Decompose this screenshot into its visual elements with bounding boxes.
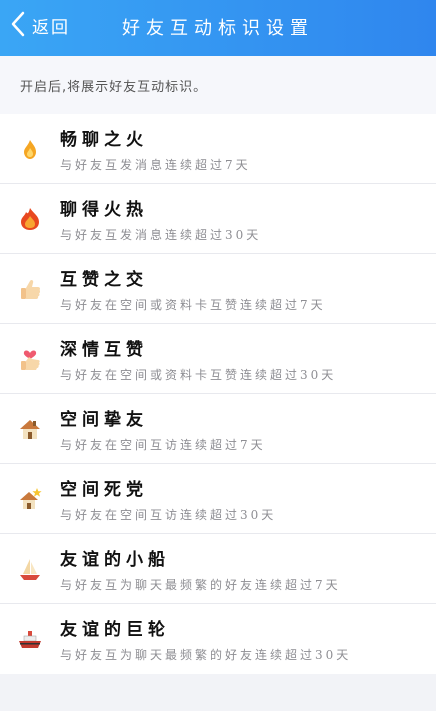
item-title: 互赞之交 (60, 269, 148, 290)
item-description: 与好友在空间或资料卡互赞连续超过30天 (60, 367, 337, 382)
item-description: 与好友互发消息连续超过30天 (60, 227, 262, 242)
small-flame-icon (24, 139, 36, 159)
list-item-space-buddy[interactable]: 空间死党 与好友在空间互访连续超过30天 (0, 464, 436, 534)
item-title: 友谊的小船 (60, 549, 170, 570)
list-item-friendship-ship[interactable]: 友谊的巨轮 与好友互为聊天最频繁的好友连续超过30天 (0, 604, 436, 674)
list-item-chat-fire[interactable]: 畅聊之火 与好友互发消息连续超过7天 (0, 114, 436, 184)
item-description: 与好友互发消息连续超过7天 (60, 157, 251, 172)
list-item-friendship-boat[interactable]: 友谊的小船 与好友互为聊天最频繁的好友连续超过7天 (0, 534, 436, 604)
bottom-spacer (0, 674, 436, 697)
sailboat-icon (20, 558, 40, 580)
item-description: 与好友在空间互访连续超过7天 (60, 437, 266, 452)
house-star-icon (20, 487, 42, 509)
item-title: 聊得火热 (60, 199, 148, 220)
page-title: 好友互动标识设置 (122, 18, 314, 39)
item-title: 空间死党 (60, 479, 148, 500)
thumbs-up-icon (21, 279, 41, 299)
list-item-mutual-likes[interactable]: 互赞之交 与好友在空间或资料卡互赞连续超过7天 (0, 254, 436, 324)
list-item-deep-likes[interactable]: 深情互赞 与好友在空间或资料卡互赞连续超过30天 (0, 324, 436, 394)
item-description: 与好友在空间互访连续超过30天 (60, 507, 277, 522)
big-flame-icon (21, 207, 39, 230)
item-description: 与好友互为聊天最频繁的好友连续超过7天 (60, 577, 341, 592)
item-description: 与好友在空间或资料卡互赞连续超过7天 (60, 297, 326, 312)
heart-thumbs-up-icon (21, 349, 40, 370)
item-title: 深情互赞 (60, 339, 148, 360)
list-item-space-friend[interactable]: 空间挚友 与好友在空间互访连续超过7天 (0, 394, 436, 464)
item-title: 畅聊之火 (60, 129, 148, 150)
notice-text: 开启后,将展示好友互动标识。 (0, 56, 436, 114)
item-title: 空间挚友 (60, 409, 148, 430)
header-bar: 返回 好友互动标识设置 (0, 0, 436, 56)
item-title: 友谊的巨轮 (60, 620, 170, 640)
ship-icon (19, 631, 41, 648)
badge-list: 畅聊之火 与好友互发消息连续超过7天 聊得火热 与好友互发消息连续超过30天 互… (0, 114, 436, 674)
list-item-hot-chat[interactable]: 聊得火热 与好友互发消息连续超过30天 (0, 184, 436, 254)
item-description: 与好友互为聊天最频繁的好友连续超过30天 (60, 648, 352, 662)
house-icon (20, 419, 40, 439)
